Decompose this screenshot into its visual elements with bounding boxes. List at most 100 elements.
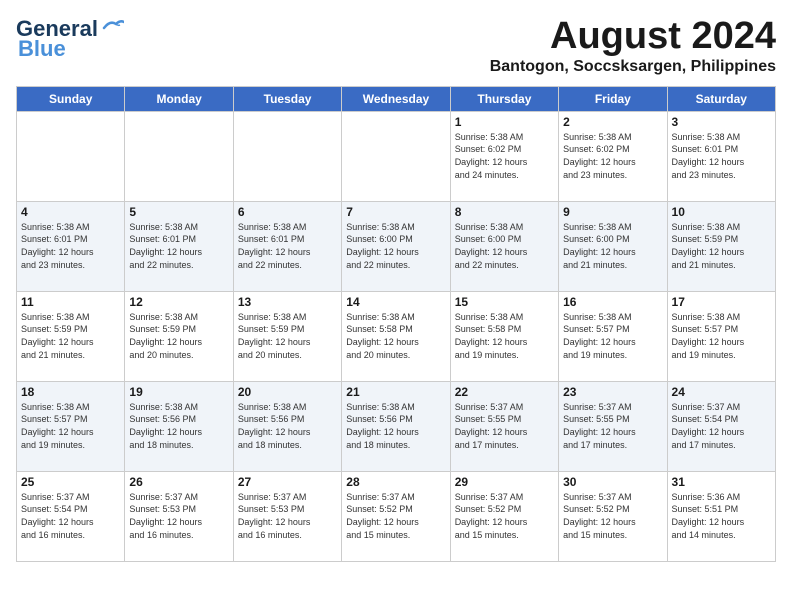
day-info: Sunrise: 5:38 AMSunset: 5:56 PMDaylight:… (346, 401, 445, 451)
day-info: Sunrise: 5:38 AMSunset: 5:58 PMDaylight:… (455, 311, 554, 361)
day-number: 14 (346, 295, 445, 309)
calendar-day-cell: 26 Sunrise: 5:37 AMSunset: 5:53 PMDayligh… (125, 471, 233, 561)
calendar-day-cell: 20 Sunrise: 5:38 AMSunset: 5:56 PMDayligh… (233, 381, 341, 471)
day-number: 15 (455, 295, 554, 309)
calendar-day-cell: 5 Sunrise: 5:38 AMSunset: 6:01 PMDaylight… (125, 201, 233, 291)
weekday-header: Tuesday (233, 86, 341, 111)
weekday-header: Saturday (667, 86, 775, 111)
calendar-day-cell: 18 Sunrise: 5:38 AMSunset: 5:57 PMDayligh… (17, 381, 125, 471)
weekday-header: Monday (125, 86, 233, 111)
calendar-day-cell (125, 111, 233, 201)
day-info: Sunrise: 5:37 AMSunset: 5:53 PMDaylight:… (238, 491, 337, 541)
day-info: Sunrise: 5:38 AMSunset: 5:57 PMDaylight:… (672, 311, 771, 361)
calendar-day-cell: 31Sunrise: 5:36 AMSunset: 5:51 PMDayligh… (667, 471, 775, 561)
calendar-week-row: 18 Sunrise: 5:38 AMSunset: 5:57 PMDayligh… (17, 381, 776, 471)
calendar-day-cell: 9 Sunrise: 5:38 AMSunset: 6:00 PMDaylight… (559, 201, 667, 291)
day-number: 29 (455, 475, 554, 489)
calendar-week-row: 25 Sunrise: 5:37 AMSunset: 5:54 PMDayligh… (17, 471, 776, 561)
day-number: 13 (238, 295, 337, 309)
calendar-day-cell (342, 111, 450, 201)
day-number: 5 (129, 205, 228, 219)
day-info: Sunrise: 5:38 AMSunset: 5:58 PMDaylight:… (346, 311, 445, 361)
day-number: 17 (672, 295, 771, 309)
day-number: 9 (563, 205, 662, 219)
day-info: Sunrise: 5:37 AMSunset: 5:53 PMDaylight:… (129, 491, 228, 541)
calendar-day-cell: 6 Sunrise: 5:38 AMSunset: 6:01 PMDaylight… (233, 201, 341, 291)
day-info: Sunrise: 5:38 AMSunset: 6:00 PMDaylight:… (563, 221, 662, 271)
day-number: 6 (238, 205, 337, 219)
day-info: Sunrise: 5:38 AMSunset: 5:59 PMDaylight:… (21, 311, 120, 361)
calendar-week-row: 4Sunrise: 5:38 AMSunset: 6:01 PMDaylight… (17, 201, 776, 291)
day-info: Sunrise: 5:38 AMSunset: 6:01 PMDaylight:… (129, 221, 228, 271)
day-number: 25 (21, 475, 120, 489)
day-number: 11 (21, 295, 120, 309)
day-number: 19 (129, 385, 228, 399)
calendar-day-cell: 21 Sunrise: 5:38 AMSunset: 5:56 PMDayligh… (342, 381, 450, 471)
weekday-header: Thursday (450, 86, 558, 111)
calendar-day-cell: 14 Sunrise: 5:38 AMSunset: 5:58 PMDayligh… (342, 291, 450, 381)
day-number: 22 (455, 385, 554, 399)
calendar-table: SundayMondayTuesdayWednesdayThursdayFrid… (16, 86, 776, 562)
day-number: 26 (129, 475, 228, 489)
day-info: Sunrise: 5:37 AMSunset: 5:54 PMDaylight:… (21, 491, 120, 541)
calendar-day-cell: 25 Sunrise: 5:37 AMSunset: 5:54 PMDayligh… (17, 471, 125, 561)
calendar-day-cell: 15 Sunrise: 5:38 AMSunset: 5:58 PMDayligh… (450, 291, 558, 381)
day-number: 23 (563, 385, 662, 399)
day-info: Sunrise: 5:37 AMSunset: 5:52 PMDaylight:… (346, 491, 445, 541)
day-number: 21 (346, 385, 445, 399)
calendar-day-cell: 11 Sunrise: 5:38 AMSunset: 5:59 PMDayligh… (17, 291, 125, 381)
day-number: 1 (455, 115, 554, 129)
day-info: Sunrise: 5:37 AMSunset: 5:52 PMDaylight:… (455, 491, 554, 541)
day-info: Sunrise: 5:38 AMSunset: 6:00 PMDaylight:… (346, 221, 445, 271)
calendar-day-cell: 24 Sunrise: 5:37 AMSunset: 5:54 PMDayligh… (667, 381, 775, 471)
calendar-day-cell: 29 Sunrise: 5:37 AMSunset: 5:52 PMDayligh… (450, 471, 558, 561)
day-number: 20 (238, 385, 337, 399)
day-info: Sunrise: 5:38 AMSunset: 6:02 PMDaylight:… (563, 131, 662, 181)
calendar-day-cell: 23 Sunrise: 5:37 AMSunset: 5:55 PMDayligh… (559, 381, 667, 471)
title-section: August 2024 Bantogon, Soccsksargen, Phil… (490, 16, 776, 76)
calendar-title: August 2024 (490, 16, 776, 58)
day-number: 12 (129, 295, 228, 309)
day-info: Sunrise: 5:37 AMSunset: 5:55 PMDaylight:… (563, 401, 662, 451)
day-info: Sunrise: 5:37 AMSunset: 5:52 PMDaylight:… (563, 491, 662, 541)
weekday-header: Wednesday (342, 86, 450, 111)
day-info: Sunrise: 5:38 AMSunset: 5:57 PMDaylight:… (563, 311, 662, 361)
day-number: 2 (563, 115, 662, 129)
day-number: 7 (346, 205, 445, 219)
calendar-day-cell (17, 111, 125, 201)
calendar-day-cell: 2 Sunrise: 5:38 AMSunset: 6:02 PMDaylight… (559, 111, 667, 201)
logo-blue: Blue (18, 36, 66, 62)
day-number: 30 (563, 475, 662, 489)
calendar-day-cell: 4Sunrise: 5:38 AMSunset: 6:01 PMDaylight… (17, 201, 125, 291)
calendar-week-row: 11 Sunrise: 5:38 AMSunset: 5:59 PMDayligh… (17, 291, 776, 381)
day-number: 8 (455, 205, 554, 219)
day-info: Sunrise: 5:38 AMSunset: 6:01 PMDaylight:… (21, 221, 120, 271)
day-info: Sunrise: 5:37 AMSunset: 5:55 PMDaylight:… (455, 401, 554, 451)
calendar-day-cell: 7 Sunrise: 5:38 AMSunset: 6:00 PMDaylight… (342, 201, 450, 291)
day-info: Sunrise: 5:38 AMSunset: 5:59 PMDaylight:… (238, 311, 337, 361)
calendar-week-row: 1 Sunrise: 5:38 AMSunset: 6:02 PMDaylight… (17, 111, 776, 201)
day-number: 27 (238, 475, 337, 489)
day-info: Sunrise: 5:38 AMSunset: 5:56 PMDaylight:… (129, 401, 228, 451)
day-info: Sunrise: 5:38 AMSunset: 5:56 PMDaylight:… (238, 401, 337, 451)
calendar-day-cell: 3 Sunrise: 5:38 AMSunset: 6:01 PMDaylight… (667, 111, 775, 201)
day-info: Sunrise: 5:38 AMSunset: 6:02 PMDaylight:… (455, 131, 554, 181)
day-info: Sunrise: 5:37 AMSunset: 5:54 PMDaylight:… (672, 401, 771, 451)
calendar-day-cell: 10 Sunrise: 5:38 AMSunset: 5:59 PMDayligh… (667, 201, 775, 291)
day-number: 10 (672, 205, 771, 219)
calendar-day-cell: 22 Sunrise: 5:37 AMSunset: 5:55 PMDayligh… (450, 381, 558, 471)
day-info: Sunrise: 5:38 AMSunset: 5:57 PMDaylight:… (21, 401, 120, 451)
day-info: Sunrise: 5:38 AMSunset: 5:59 PMDaylight:… (672, 221, 771, 271)
day-info: Sunrise: 5:38 AMSunset: 6:01 PMDaylight:… (672, 131, 771, 181)
calendar-day-cell: 1 Sunrise: 5:38 AMSunset: 6:02 PMDaylight… (450, 111, 558, 201)
weekday-header: Friday (559, 86, 667, 111)
header: General Blue August 2024 Bantogon, Soccs… (16, 16, 776, 76)
day-number: 24 (672, 385, 771, 399)
day-info: Sunrise: 5:38 AMSunset: 6:01 PMDaylight:… (238, 221, 337, 271)
calendar-day-cell: 27 Sunrise: 5:37 AMSunset: 5:53 PMDayligh… (233, 471, 341, 561)
weekday-header: Sunday (17, 86, 125, 111)
calendar-day-cell: 30 Sunrise: 5:37 AMSunset: 5:52 PMDayligh… (559, 471, 667, 561)
day-number: 3 (672, 115, 771, 129)
day-number: 18 (21, 385, 120, 399)
day-number: 31 (672, 475, 771, 489)
